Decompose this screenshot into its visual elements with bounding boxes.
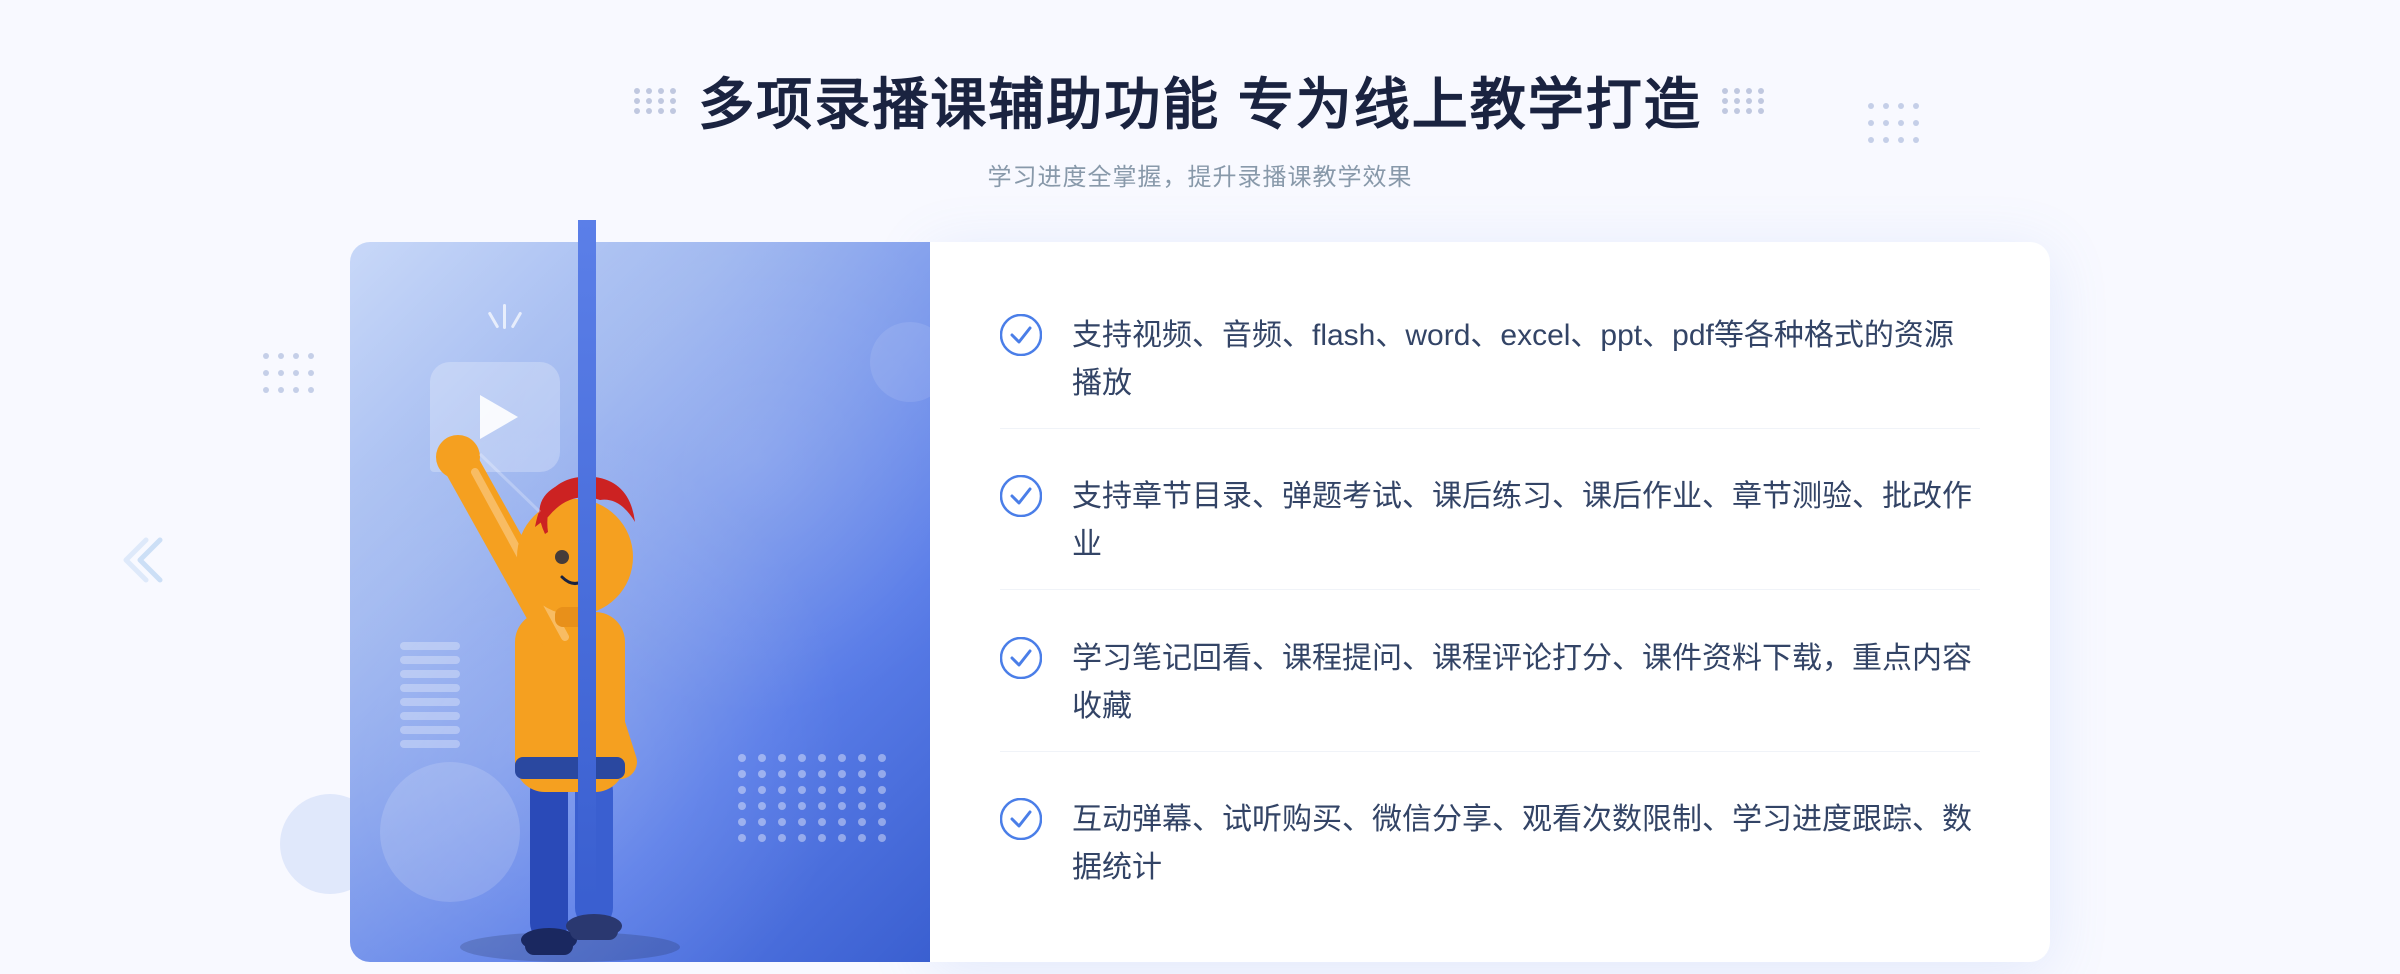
light-rays: [490, 302, 520, 336]
blue-vertical-bar: [578, 220, 596, 900]
feature-text-2: 支持章节目录、弹题考试、课后练习、课后作业、章节测验、批改作业: [1072, 473, 1980, 569]
feature-text-4: 互动弹幕、试听购买、微信分享、观看次数限制、学习进度跟踪、数据统计: [1072, 796, 1980, 892]
illustration-card: [350, 242, 930, 962]
check-icon-3: [1000, 637, 1042, 679]
main-title: 多项录播课辅助功能 专为线上教学打造: [698, 60, 1702, 141]
chevron-left-icon: [120, 530, 180, 602]
dots-pattern: [738, 754, 890, 842]
features-panel: 支持视频、音频、flash、word、excel、ppt、pdf等各种格式的资源…: [930, 242, 2050, 962]
header-section: 多项录播课辅助功能 专为线上教学打造 学习进度全掌握，提升录播课教学效果: [634, 0, 1766, 192]
dot-grid-right: [1722, 88, 1766, 114]
feature-text-1: 支持视频、音频、flash、word、excel、ppt、pdf等各种格式的资源…: [1072, 312, 1980, 408]
feature-item-2: 支持章节目录、弹题考试、课后练习、课后作业、章节测验、批改作业: [1000, 453, 1980, 590]
subtitle: 学习进度全掌握，提升录播课教学效果: [634, 157, 1766, 192]
decorative-dots-right: [1865, 100, 1920, 146]
feature-text-3: 学习笔记回看、课程提问、课程评论打分、课件资料下载，重点内容收藏: [1072, 635, 1980, 731]
header-decoration: 多项录播课辅助功能 专为线上教学打造: [634, 60, 1766, 141]
feature-item-4: 互动弹幕、试听购买、微信分享、观看次数限制、学习进度跟踪、数据统计: [1000, 776, 1980, 912]
circle-decoration-2: [870, 322, 930, 402]
check-icon-1: [1000, 314, 1042, 356]
feature-item-1: 支持视频、音频、flash、word、excel、ppt、pdf等各种格式的资源…: [1000, 292, 1980, 429]
decorative-dots-left: [260, 350, 315, 396]
check-icon-2: [1000, 475, 1042, 517]
content-area: 支持视频、音频、flash、word、excel、ppt、pdf等各种格式的资源…: [350, 242, 2050, 962]
feature-item-3: 学习笔记回看、课程提问、课程评论打分、课件资料下载，重点内容收藏: [1000, 615, 1980, 752]
check-icon-4: [1000, 798, 1042, 840]
dot-grid-left: [634, 88, 678, 114]
page-container: 多项录播课辅助功能 专为线上教学打造 学习进度全掌握，提升录播课教学效果: [0, 0, 2400, 974]
